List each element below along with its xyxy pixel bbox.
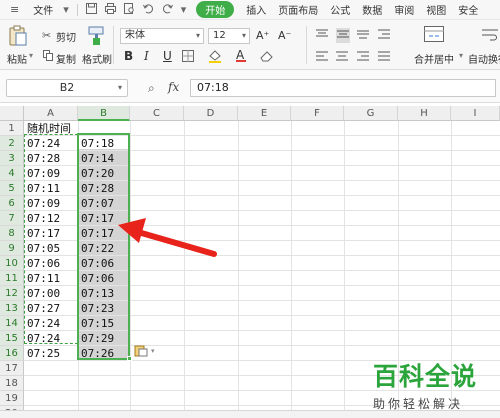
sheet-tab-bar [0, 410, 500, 418]
arrow-shaft [135, 229, 217, 257]
arrow-annotation [118, 218, 217, 257]
watermark: 百科全说 助你轻松解决 [373, 357, 493, 412]
arrow-head [118, 218, 146, 243]
watermark-title: 百科全说 [373, 362, 478, 391]
